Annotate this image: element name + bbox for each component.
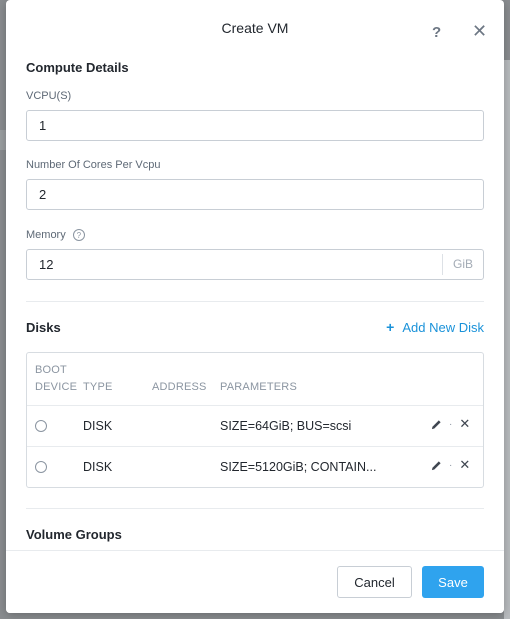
disks-table: BOOT DEVICE TYPE ADDRESS PARAMETERS DISK… xyxy=(26,352,484,488)
cores-per-vcpu-input[interactable]: 2 xyxy=(26,179,484,210)
action-separator: · xyxy=(449,418,453,430)
save-button[interactable]: Save xyxy=(422,566,484,598)
boot-device-radio[interactable] xyxy=(35,420,47,432)
disk-row: DISK SIZE=64GiB; BUS=scsi · ✕ xyxy=(27,405,483,446)
dialog-title: Create VM xyxy=(221,20,289,36)
dialog-header: Create VM ? ✕ xyxy=(6,0,504,56)
memory-help-icon[interactable]: ? xyxy=(72,229,85,242)
column-header-type: TYPE xyxy=(83,381,113,393)
boot-device-radio[interactable] xyxy=(35,461,47,473)
vcpus-value: 1 xyxy=(39,118,47,133)
disks-heading: Disks xyxy=(26,320,61,335)
row-actions: · ✕ xyxy=(431,458,470,471)
vcpus-label: VCPU(S) xyxy=(26,90,72,102)
remove-icon[interactable]: ✕ xyxy=(459,417,470,430)
help-icon[interactable]: ? xyxy=(432,24,441,41)
dialog-body[interactable]: Compute Details VCPU(S) 1 Number Of Core… xyxy=(26,56,484,550)
disk-type: DISK xyxy=(83,460,113,474)
disk-parameters: SIZE=64GiB; BUS=scsi xyxy=(220,419,352,433)
volume-groups-heading: Volume Groups xyxy=(26,527,122,542)
edit-pencil-icon[interactable] xyxy=(431,419,442,430)
add-new-disk-link[interactable]: + Add New Disk xyxy=(386,319,484,335)
plus-icon: + xyxy=(386,319,395,335)
create-vm-dialog: Create VM ? ✕ Compute Details VCPU(S) 1 … xyxy=(6,0,504,613)
column-header-address: ADDRESS xyxy=(152,381,207,393)
cancel-button[interactable]: Cancel xyxy=(337,566,412,598)
cores-per-vcpu-value: 2 xyxy=(39,187,47,202)
section-divider xyxy=(26,301,484,302)
column-header-boot: BOOT xyxy=(35,364,67,376)
column-header-device: DEVICE xyxy=(35,381,78,393)
disk-parameters: SIZE=5120GiB; CONTAIN... xyxy=(220,460,377,474)
action-separator: · xyxy=(449,459,453,471)
edit-pencil-icon[interactable] xyxy=(431,460,442,471)
vcpus-input[interactable]: 1 xyxy=(26,110,484,141)
backdrop-strip xyxy=(504,60,510,619)
row-actions: · ✕ xyxy=(431,417,470,430)
memory-label-row: Memory ? xyxy=(26,229,85,242)
close-icon[interactable]: ✕ xyxy=(472,22,487,40)
memory-value: 12 xyxy=(39,257,54,272)
compute-details-heading: Compute Details xyxy=(26,60,129,75)
disk-row: DISK SIZE=5120GiB; CONTAIN... · ✕ xyxy=(27,446,483,487)
cores-per-vcpu-label: Number Of Cores Per Vcpu xyxy=(26,159,161,171)
column-header-parameters: PARAMETERS xyxy=(220,381,297,393)
memory-unit: GiB xyxy=(441,254,483,275)
remove-icon[interactable]: ✕ xyxy=(459,458,470,471)
section-divider xyxy=(26,508,484,509)
disk-type: DISK xyxy=(83,419,113,433)
memory-input[interactable]: 12 GiB xyxy=(26,249,484,280)
memory-label: Memory xyxy=(26,229,66,241)
add-new-disk-label: Add New Disk xyxy=(402,320,484,335)
dialog-footer: Cancel Save xyxy=(6,550,504,613)
